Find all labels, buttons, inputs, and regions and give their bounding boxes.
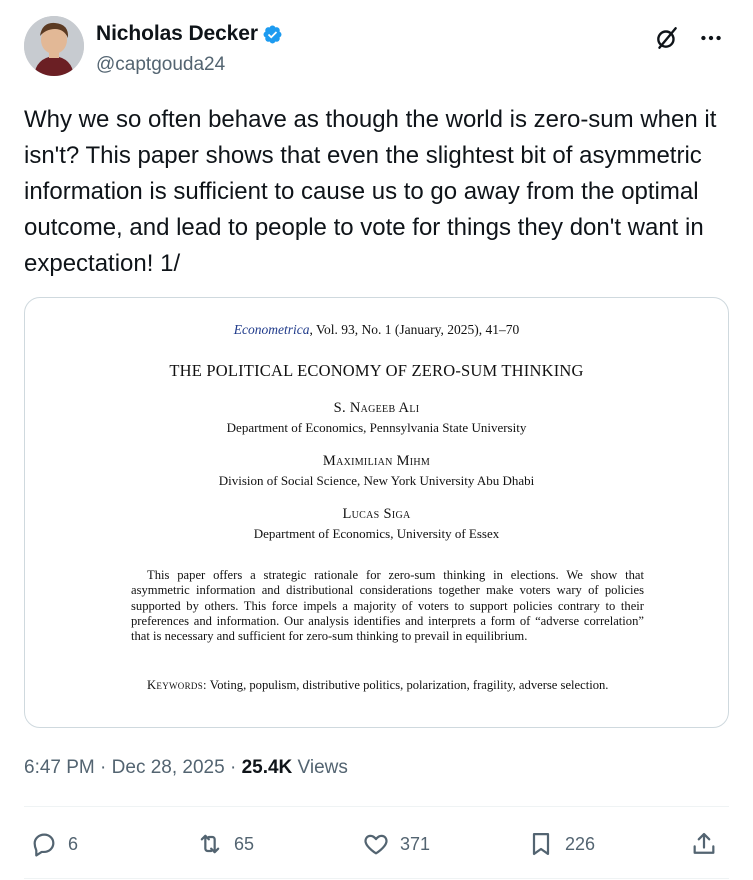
repost-count: 65 bbox=[234, 833, 255, 854]
heart-icon bbox=[364, 834, 388, 855]
reply-button[interactable]: 6 bbox=[30, 822, 78, 866]
paper-affiliation: Division of Social Science, New York Uni… bbox=[218, 473, 535, 488]
like-button[interactable]: 371 bbox=[362, 822, 430, 866]
bookmark-button[interactable]: 226 bbox=[527, 822, 595, 866]
journal-name: Econometrica bbox=[233, 322, 310, 337]
tweet-time[interactable]: 6:47 PM bbox=[24, 757, 95, 779]
grok-icon[interactable] bbox=[653, 24, 681, 52]
bookmark-icon bbox=[532, 832, 550, 856]
paper-author: S. Nageeb Ali bbox=[333, 400, 420, 416]
paper-first-page: Econometrica, Vol. 93, No. 1 (January, 2… bbox=[25, 298, 728, 727]
display-name[interactable]: Nicholas Decker bbox=[96, 22, 258, 46]
divider bbox=[24, 878, 729, 879]
reply-count: 6 bbox=[68, 833, 79, 854]
tweet-header: Nicholas Decker @captgouda24 bbox=[24, 16, 729, 80]
avatar[interactable] bbox=[24, 16, 84, 76]
tweet-meta: 6:47 PM · Dec 28, 2025 · 25.4K Views bbox=[24, 757, 348, 779]
repost-button[interactable]: 65 bbox=[196, 822, 254, 866]
repost-icon bbox=[200, 834, 220, 854]
views-count: 25.4K bbox=[241, 757, 293, 778]
keywords-list: Voting, populism, distributive politics,… bbox=[206, 678, 609, 692]
journal-citation: Econometrica, Vol. 93, No. 1 (January, 2… bbox=[25, 322, 728, 338]
paper-author: Lucas Siga bbox=[342, 506, 411, 522]
paper-abstract: This paper offers a strategic rationale … bbox=[131, 568, 644, 644]
like-count: 371 bbox=[400, 833, 431, 854]
divider bbox=[24, 806, 729, 807]
tweet-media-image[interactable]: Econometrica, Vol. 93, No. 1 (January, 2… bbox=[24, 297, 729, 728]
paper-keywords: Keywords: Voting, populism, distributive… bbox=[131, 678, 644, 693]
tweet-date[interactable]: Dec 28, 2025 bbox=[112, 757, 225, 779]
share-icon bbox=[693, 832, 715, 854]
tweet-actions: 6 65 371 226 bbox=[24, 822, 729, 866]
paper-affiliation: Department of Economics, University of E… bbox=[253, 526, 500, 541]
tweet-text: Why we so often behave as though the wor… bbox=[24, 106, 724, 277]
reply-icon bbox=[33, 833, 55, 857]
paper-affiliation: Department of Economics, Pennsylvania St… bbox=[226, 420, 527, 435]
meta-separator: · bbox=[94, 757, 112, 778]
views-label: Views bbox=[292, 757, 348, 778]
bookmark-count: 226 bbox=[565, 833, 596, 854]
meta-separator: · bbox=[224, 757, 242, 778]
share-button[interactable] bbox=[690, 822, 718, 866]
user-handle[interactable]: @captgouda24 bbox=[96, 54, 225, 76]
keywords-label: Keywords: bbox=[147, 678, 207, 692]
paper-author: Maximilian Mihm bbox=[322, 453, 431, 469]
more-icon[interactable] bbox=[697, 24, 725, 52]
journal-issue: , Vol. 93, No. 1 (January, 2025), 41–70 bbox=[309, 322, 520, 337]
paper-title: THE POLITICAL ECONOMY OF ZERO-SUM THINKI… bbox=[169, 361, 584, 380]
verified-badge-icon bbox=[262, 24, 283, 45]
avatar-image bbox=[24, 16, 84, 76]
